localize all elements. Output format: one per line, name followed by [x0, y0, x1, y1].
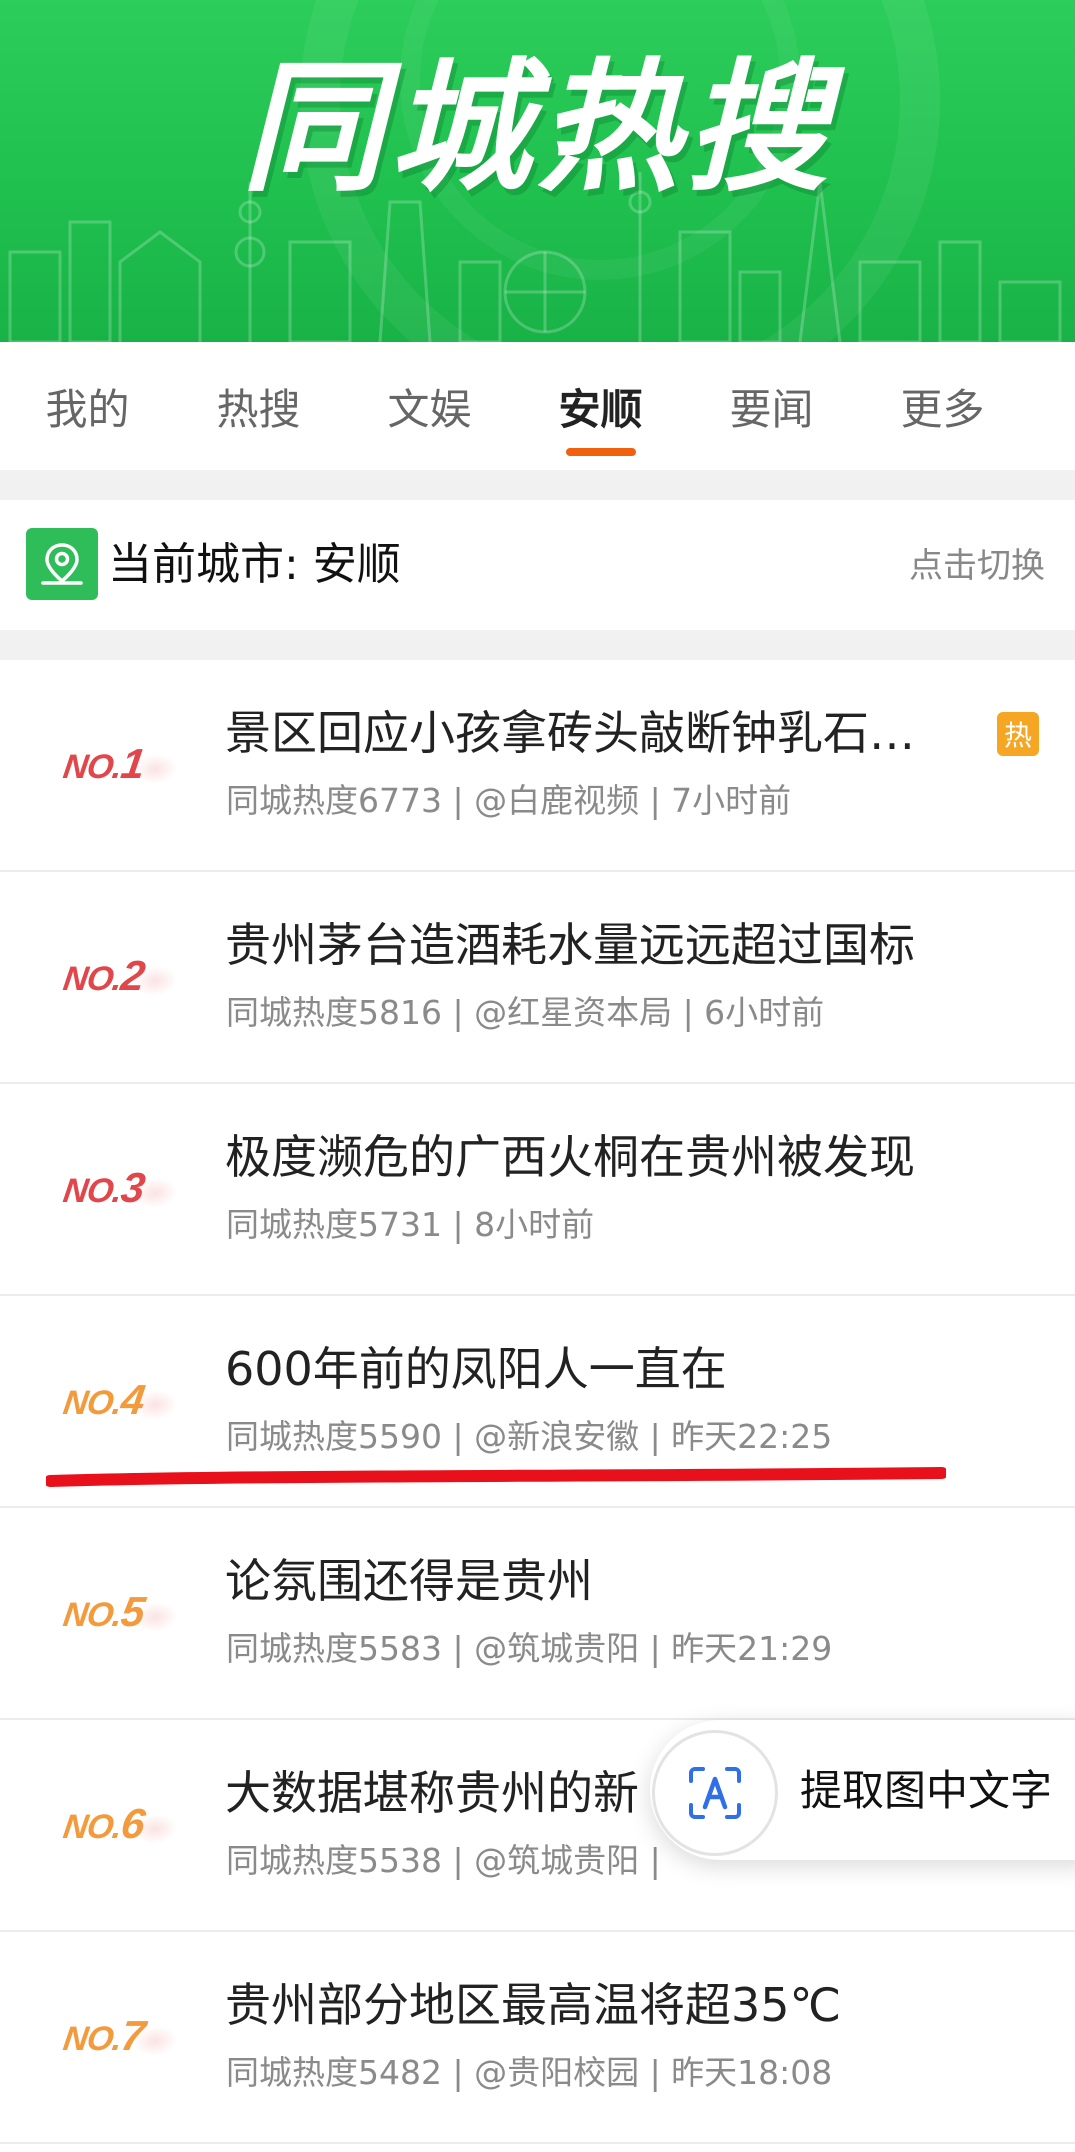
- switch-city-button[interactable]: 点击切换: [909, 544, 1045, 588]
- rank-label: NO.4: [60, 1376, 148, 1423]
- item-title: 大数据堪称贵州的新: [225, 1766, 639, 1820]
- list-item[interactable]: NO.7 贵州部分地区最高温将超35℃ 同城热度5482 | @贵阳校园 | 昨…: [0, 1932, 1075, 2144]
- section-divider: [0, 470, 1075, 500]
- item-meta: 同城热度5816 | @红星资本局 | 6小时前: [226, 993, 825, 1032]
- text-recognition-icon: [652, 1730, 778, 1856]
- current-city-bar: 当前城市: 安顺 点击切换: [0, 500, 1075, 630]
- tab-label: 更多: [900, 384, 985, 434]
- item-meta: 同城热度6773 | @白鹿视频 | 7小时前: [226, 781, 792, 820]
- hot-badge: 热: [997, 712, 1039, 756]
- tab-news[interactable]: 要闻: [686, 342, 857, 470]
- tab-more[interactable]: 更多: [857, 342, 1028, 470]
- extract-text-button[interactable]: 提取图中文字: [650, 1720, 1075, 1860]
- tab-label: 安顺: [558, 384, 643, 434]
- banner: 同城热搜: [0, 0, 1075, 342]
- list-item[interactable]: NO.2 贵州茅台造酒耗水量远远超过国标 同城热度5816 | @红星资本局 |…: [0, 872, 1075, 1084]
- tab-label: 文娱: [387, 384, 472, 434]
- list-item[interactable]: NO.3 极度濒危的广西火桐在贵州被发现 同城热度5731 | 8小时前: [0, 1084, 1075, 1296]
- item-title: 600年前的凤阳人一直在: [225, 1342, 727, 1396]
- current-city-label: 当前城市: 安顺: [108, 539, 401, 590]
- active-tab-indicator: [565, 448, 636, 456]
- rank-label: NO.3: [60, 1164, 148, 1211]
- item-title: 论氛围还得是贵州: [225, 1554, 593, 1608]
- location-icon: [26, 528, 98, 600]
- item-title: 极度濒危的广西火桐在贵州被发现: [225, 1130, 915, 1184]
- item-title: 贵州部分地区最高温将超35℃: [225, 1978, 842, 2032]
- tab-hot-search[interactable]: 热搜: [173, 342, 344, 470]
- tab-label: 热搜: [216, 384, 301, 434]
- list-item[interactable]: NO.1 景区回应小孩拿砖头敲断钟乳石… 热 同城热度6773 | @白鹿视频 …: [0, 660, 1075, 872]
- item-meta: 同城热度5482 | @贵阳校园 | 昨天18:08: [226, 2053, 833, 2092]
- rank-label: NO.5: [60, 1588, 148, 1635]
- item-meta: 同城热度5583 | @筑城贵阳 | 昨天21:29: [226, 1629, 833, 1668]
- rank-label: NO.7: [60, 2012, 148, 2059]
- tab-label: 我的: [45, 384, 130, 434]
- section-divider: [0, 630, 1075, 660]
- extract-text-label: 提取图中文字: [800, 1766, 1053, 1815]
- item-title: 贵州茅台造酒耗水量远远超过国标: [225, 918, 915, 972]
- item-meta: 同城热度5590 | @新浪安徽 | 昨天22:25: [226, 1417, 833, 1456]
- rank-label: NO.2: [60, 952, 148, 999]
- item-title: 景区回应小孩拿砖头敲断钟乳石…: [225, 706, 915, 760]
- item-meta: 同城热度5731 | 8小时前: [226, 1205, 595, 1244]
- banner-title: 同城热搜: [241, 46, 834, 211]
- tab-mine[interactable]: 我的: [2, 342, 173, 470]
- item-meta: 同城热度5538 | @筑城贵阳 |: [226, 1841, 661, 1880]
- tab-anshun[interactable]: 安顺: [515, 342, 686, 470]
- tab-bar: 我的 热搜 文娱 安顺 要闻 更多: [0, 342, 1075, 470]
- list-item[interactable]: NO.5 论氛围还得是贵州 同城热度5583 | @筑城贵阳 | 昨天21:29: [0, 1508, 1075, 1720]
- red-underline-annotation: [46, 1467, 946, 1487]
- rank-label: NO.1: [60, 740, 148, 787]
- rank-label: NO.6: [60, 1800, 148, 1847]
- tab-label: 要闻: [729, 384, 814, 434]
- hot-search-list: NO.1 景区回应小孩拿砖头敲断钟乳石… 热 同城热度6773 | @白鹿视频 …: [0, 660, 1075, 2144]
- tab-entertainment[interactable]: 文娱: [344, 342, 515, 470]
